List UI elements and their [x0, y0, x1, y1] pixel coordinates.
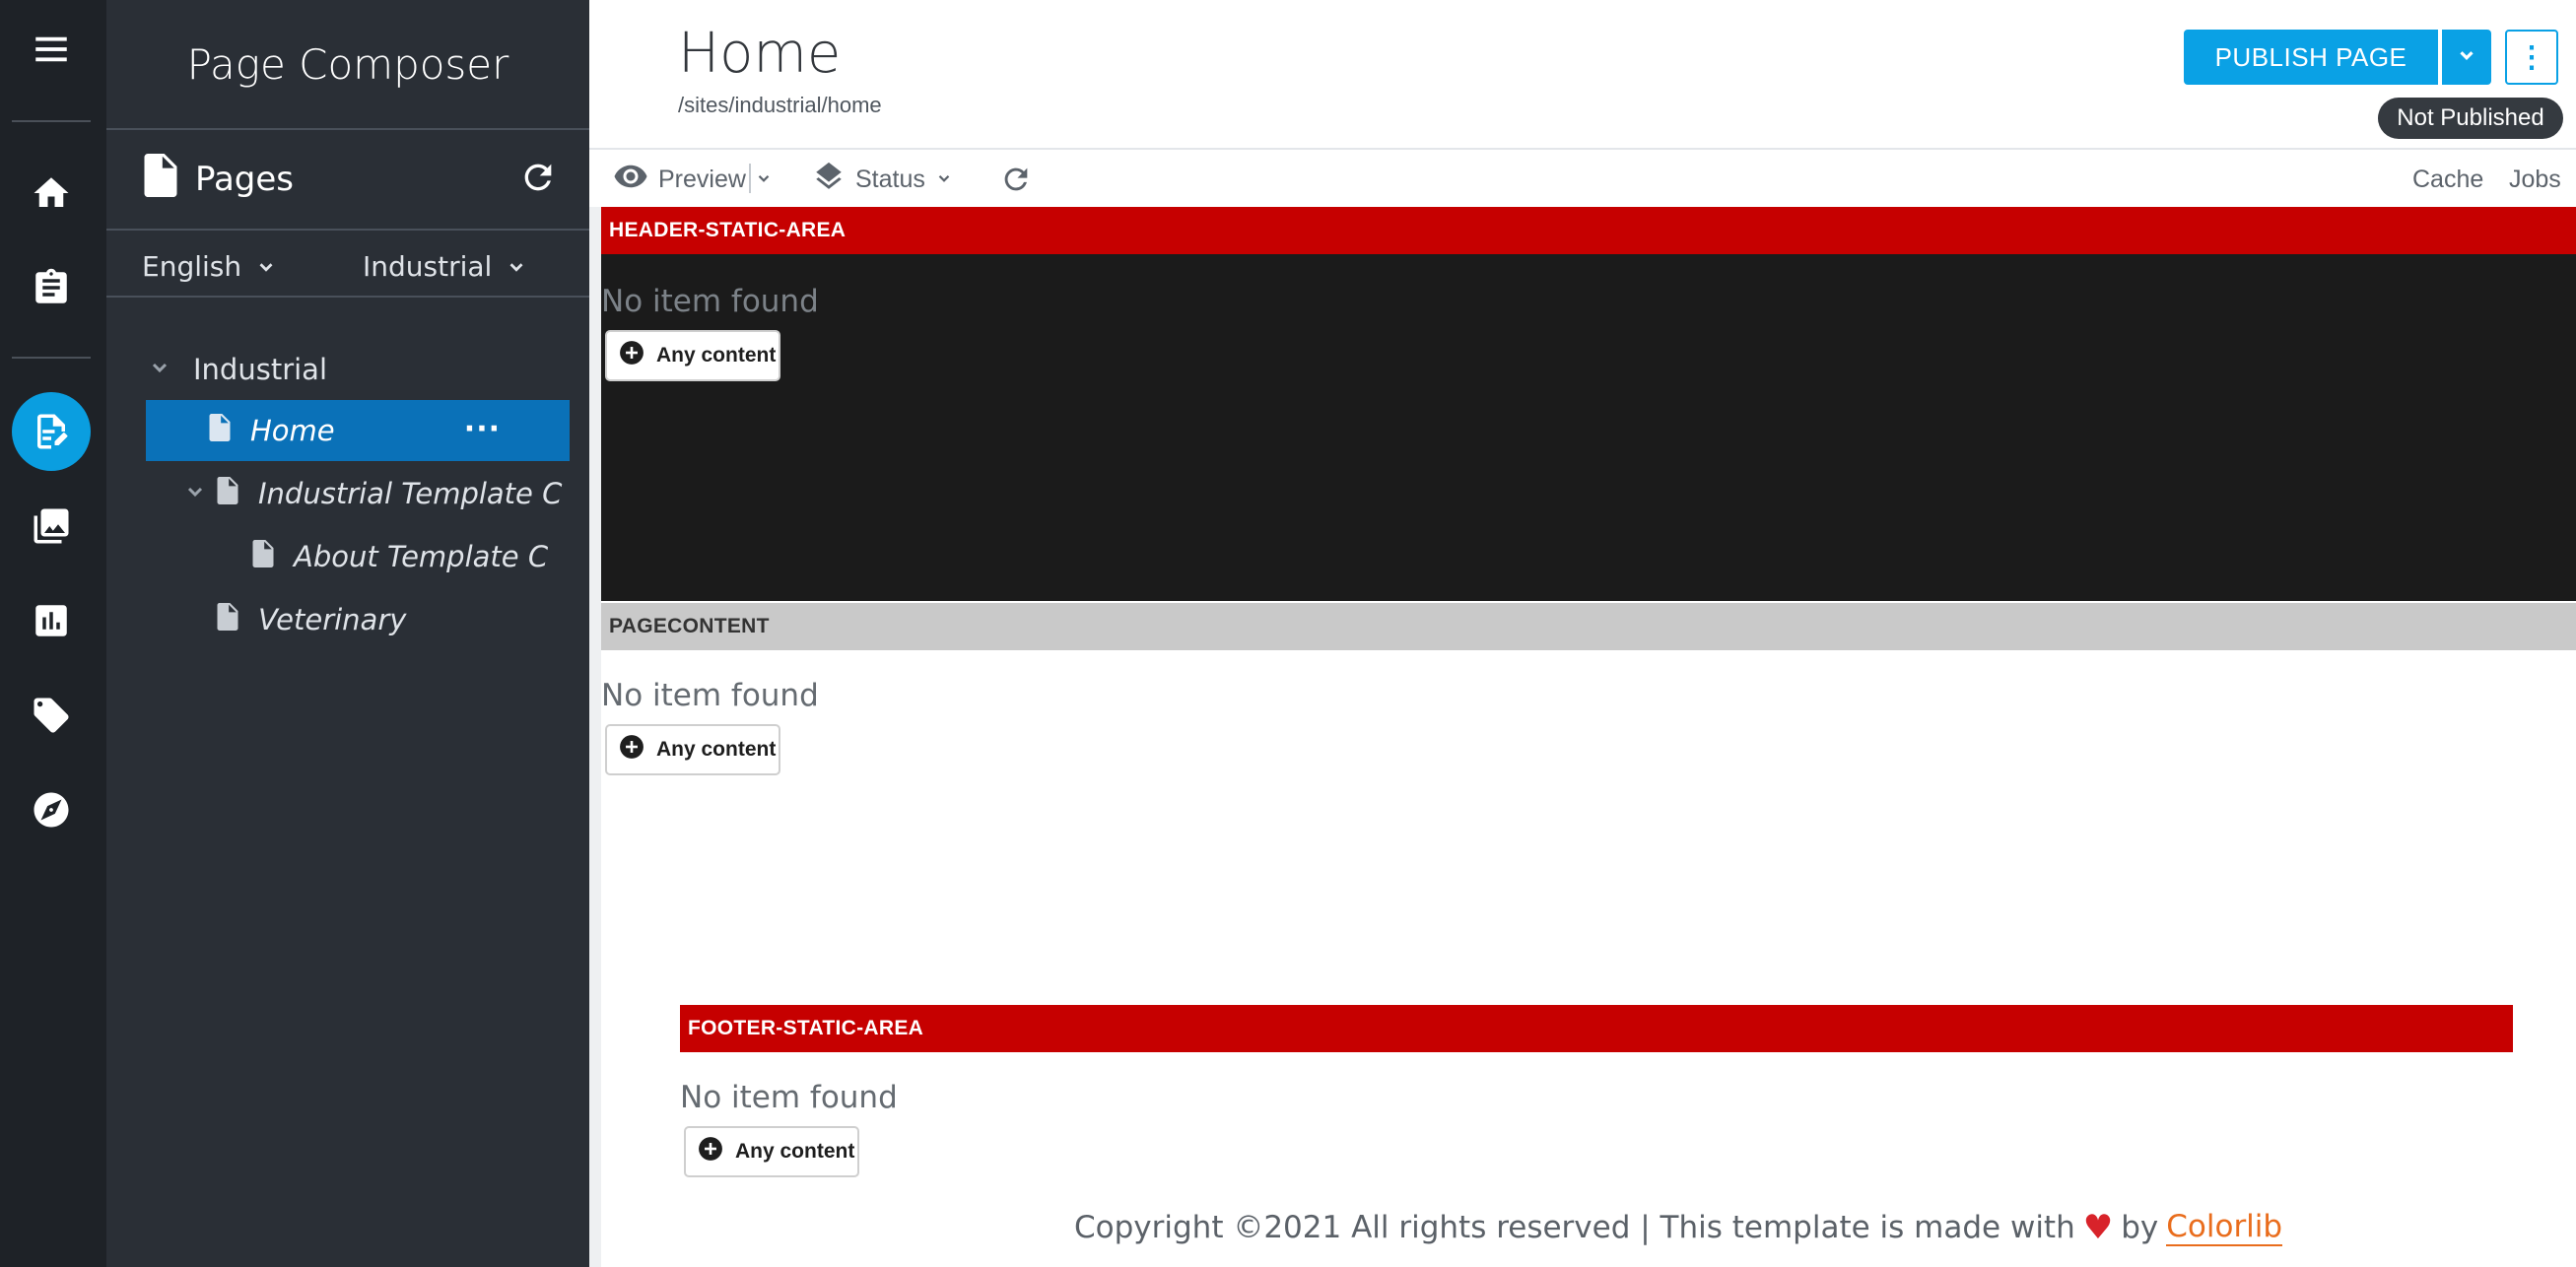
by-text: by — [2121, 1210, 2159, 1245]
main-area: Home /sites/industrial/home PUBLISH PAGE… — [589, 0, 2576, 1267]
empty-message: No item found — [601, 678, 819, 713]
toolbar-separator — [749, 164, 751, 193]
sidebar-divider — [106, 229, 589, 231]
status-button[interactable]: Status — [812, 160, 953, 199]
site-select[interactable]: Industrial — [363, 246, 527, 286]
tree-node-industrial[interactable]: Industrial — [148, 339, 562, 400]
heart-icon: ♥ — [2082, 1208, 2114, 1247]
preview-button[interactable]: Preview — [613, 160, 746, 199]
chevron-down-icon — [255, 248, 277, 285]
image-icon[interactable] — [12, 487, 91, 566]
home-icon[interactable] — [12, 154, 91, 233]
button-label: Any content — [656, 738, 777, 761]
status-badge: Not Published — [2378, 98, 2563, 139]
plus-circle-icon — [619, 340, 644, 371]
page-icon — [217, 602, 238, 637]
zone-header-static-area: HEADER-STATIC-AREA — [601, 207, 2576, 254]
pages-label: Pages — [195, 160, 295, 199]
chevron-down-icon — [506, 248, 527, 285]
page-icon — [217, 476, 238, 511]
site-value: Industrial — [363, 249, 493, 283]
clipboard-icon[interactable] — [12, 248, 91, 327]
rail-divider — [12, 120, 91, 122]
preview-label: Preview — [658, 165, 746, 193]
page-icon — [209, 413, 231, 448]
publish-options-button[interactable] — [2442, 30, 2491, 85]
refresh-icon[interactable] — [518, 158, 562, 201]
kebab-menu-button[interactable]: ⋮ — [2505, 30, 2558, 85]
language-select[interactable]: English — [142, 246, 277, 286]
sidebar-divider — [106, 128, 589, 130]
more-options-icon[interactable]: ··· — [464, 412, 501, 446]
cache-link[interactable]: Cache — [2412, 160, 2483, 199]
header-static-content — [601, 254, 2576, 601]
footer-copyright: Copyright ©2021 All rights reserved | Th… — [1074, 1208, 2283, 1247]
icon-rail — [0, 0, 106, 1267]
chevron-down-icon — [935, 166, 953, 194]
page-icon — [252, 539, 274, 574]
tag-icon[interactable] — [12, 676, 91, 755]
frame-edge — [589, 207, 601, 1267]
tree-node-home[interactable]: Home ··· — [146, 400, 570, 461]
button-label: Any content — [656, 344, 777, 367]
chevron-down-icon — [755, 166, 773, 194]
page-path: /sites/industrial/home — [678, 93, 882, 117]
toolbar: Preview Status Cache Jobs — [589, 148, 2576, 207]
language-value: English — [142, 249, 242, 283]
rail-divider — [12, 357, 91, 359]
add-any-content-button[interactable]: Any content — [605, 330, 780, 381]
sidebar-title: Page Composer — [186, 39, 509, 89]
colorlib-link[interactable]: Colorlib — [2166, 1209, 2283, 1246]
zone-footer-static-area: FOOTER-STATIC-AREA — [680, 1005, 2513, 1052]
button-label: Any content — [735, 1140, 855, 1163]
zone-pagecontent: PAGECONTENT — [601, 603, 2576, 650]
menu-icon[interactable] — [12, 10, 91, 89]
add-any-content-button[interactable]: Any content — [605, 724, 780, 775]
pages-heading: Pages — [144, 153, 295, 201]
chevron-down-icon — [2456, 44, 2477, 71]
tree-node-label: Industrial Template C — [258, 477, 563, 510]
page-tree-sidebar: Page Composer Pages English Industrial I… — [106, 0, 589, 1267]
publish-page-button[interactable]: PUBLISH PAGE — [2184, 30, 2438, 85]
page-composer-icon[interactable] — [12, 392, 91, 471]
refresh-icon[interactable] — [999, 160, 1033, 199]
preview-options-button[interactable] — [755, 160, 773, 199]
status-label: Status — [855, 165, 925, 193]
tree-node-label: Home — [250, 414, 335, 447]
empty-message: No item found — [680, 1080, 898, 1115]
eye-icon — [613, 159, 648, 201]
empty-message: No item found — [601, 284, 819, 319]
chevron-down-icon[interactable] — [148, 353, 171, 386]
copyright-text: Copyright ©2021 All rights reserved | Th… — [1074, 1210, 2075, 1245]
chevron-down-icon[interactable] — [183, 477, 207, 510]
plus-circle-icon — [619, 734, 644, 766]
compass-icon[interactable] — [12, 770, 91, 849]
tree-node-about-template[interactable]: About Template C — [252, 526, 577, 587]
tree-node-label: About Template C — [294, 540, 549, 573]
bar-chart-icon[interactable] — [12, 581, 91, 660]
page-icon — [144, 153, 177, 206]
tree-node-veterinary[interactable]: Veterinary — [217, 589, 572, 650]
tree-node-industrial-template[interactable]: Industrial Template C — [183, 463, 577, 524]
add-any-content-button[interactable]: Any content — [684, 1126, 859, 1177]
sidebar-divider — [106, 296, 589, 298]
layers-icon — [812, 160, 846, 200]
jobs-link[interactable]: Jobs — [2509, 160, 2561, 199]
tree-node-label: Industrial — [193, 353, 328, 386]
plus-circle-icon — [698, 1136, 723, 1167]
tree-node-label: Veterinary — [258, 603, 407, 636]
page-title: Home — [678, 22, 842, 86]
